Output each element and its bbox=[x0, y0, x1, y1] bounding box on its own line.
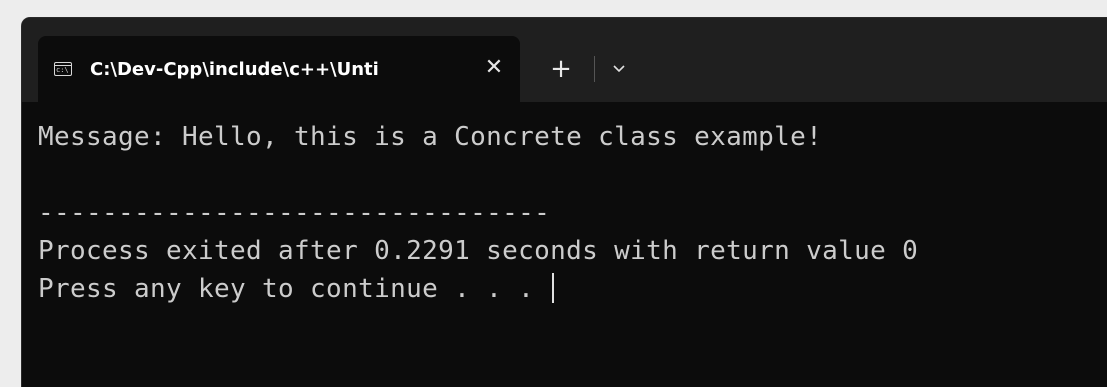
terminal-window: c:\ C:\Dev-Cpp\include\c++\Unti ✕ + Mess… bbox=[22, 18, 1107, 387]
terminal-prompt-line: Press any key to continue . . . bbox=[38, 270, 555, 308]
terminal-line: -------------------------------- bbox=[38, 198, 551, 228]
chevron-down-icon[interactable] bbox=[606, 56, 632, 82]
new-tab-button[interactable]: + bbox=[546, 54, 576, 84]
terminal-output[interactable]: Message: Hello, this is a Concrete class… bbox=[22, 102, 1107, 387]
terminal-prompt-text: Press any key to continue . . . bbox=[38, 274, 551, 304]
title-bar: c:\ C:\Dev-Cpp\include\c++\Unti ✕ + bbox=[22, 18, 1107, 102]
console-icon: c:\ bbox=[54, 62, 72, 76]
terminal-line: Message: Hello, this is a Concrete class… bbox=[38, 122, 823, 152]
text-cursor bbox=[552, 273, 555, 303]
tab-title: C:\Dev-Cpp\include\c++\Unti bbox=[90, 59, 379, 80]
terminal-line: Process exited after 0.2291 seconds with… bbox=[38, 236, 919, 266]
tab-active[interactable]: c:\ C:\Dev-Cpp\include\c++\Unti ✕ bbox=[38, 36, 520, 102]
console-icon-glyph: c:\ bbox=[56, 66, 69, 74]
toolbar-divider bbox=[594, 56, 595, 82]
close-tab-button[interactable]: ✕ bbox=[482, 54, 506, 82]
